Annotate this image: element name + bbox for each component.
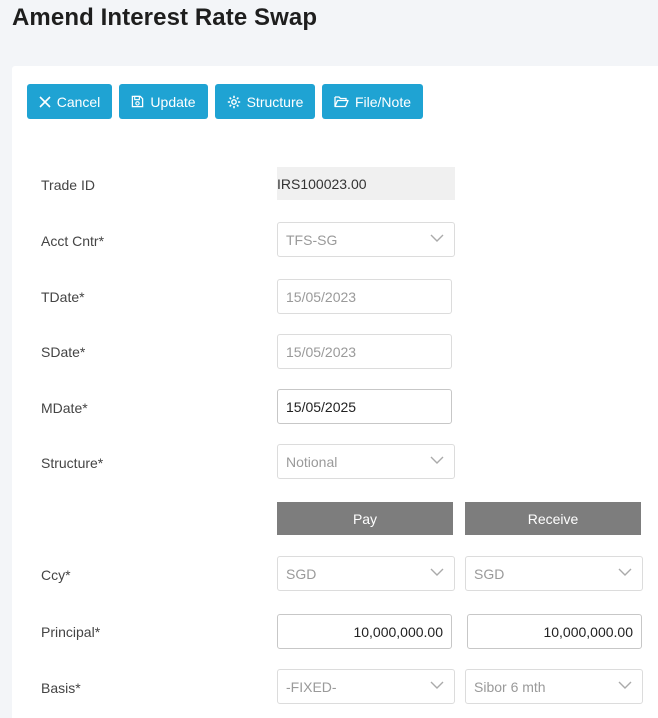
pay-principal-field[interactable]: 10,000,000.00 [277, 614, 452, 649]
save-icon [132, 95, 144, 108]
pay-leg-header: Pay [277, 502, 453, 535]
receive-basis-select[interactable]: Sibor 6 mth [465, 669, 643, 704]
chevron-down-icon [618, 681, 632, 689]
receive-ccy-value: SGD [474, 565, 505, 582]
receive-principal-value: 10,000,000.00 [543, 623, 633, 640]
chevron-down-icon [618, 568, 632, 576]
acct-cntr-label: Acct Cntr* [41, 233, 105, 249]
structure-button[interactable]: Structure [215, 84, 315, 119]
folder-open-icon [334, 96, 349, 108]
receive-leg-header: Receive [465, 502, 641, 535]
basis-label: Basis* [41, 680, 81, 696]
sdate-value: 15/05/2023 [286, 343, 357, 360]
receive-principal-field[interactable]: 10,000,000.00 [467, 614, 642, 649]
page-title: Amend Interest Rate Swap [12, 4, 318, 31]
receive-basis-value: Sibor 6 mth [474, 678, 546, 695]
chevron-down-icon [430, 681, 444, 689]
trade-id-label: Trade ID [41, 177, 95, 193]
close-icon [39, 95, 51, 108]
structure-select[interactable]: Notional [277, 444, 455, 479]
file-note-label: File/Note [354, 93, 412, 110]
trade-id-value: IRS100023.00 [277, 175, 367, 192]
pay-ccy-value: SGD [286, 565, 317, 582]
cancel-button[interactable]: Cancel [27, 84, 112, 119]
acct-cntr-select[interactable]: TFS-SG [277, 222, 455, 257]
gear-icon [227, 95, 240, 108]
mdate-value: 15/05/2025 [286, 398, 357, 415]
acct-cntr-value: TFS-SG [286, 231, 338, 248]
chevron-down-icon [430, 456, 444, 464]
pay-ccy-select[interactable]: SGD [277, 556, 455, 591]
ccy-label: Ccy* [41, 567, 71, 583]
mdate-field[interactable]: 15/05/2025 [277, 389, 452, 424]
sdate-field[interactable]: 15/05/2023 [277, 334, 452, 369]
update-label: Update [150, 93, 196, 110]
principal-label: Principal* [41, 624, 101, 640]
cancel-label: Cancel [56, 93, 101, 110]
structure-label: Structure [246, 93, 304, 110]
form-card: Cancel Update Structure File/Note Trade … [12, 66, 658, 718]
structure-value: Notional [286, 453, 338, 470]
update-button[interactable]: Update [119, 84, 208, 119]
sdate-label: SDate* [41, 344, 86, 360]
trade-id-field: IRS100023.00 [277, 167, 455, 200]
receive-ccy-select[interactable]: SGD [465, 556, 643, 591]
tdate-field[interactable]: 15/05/2023 [277, 279, 452, 314]
chevron-down-icon [430, 234, 444, 242]
pay-principal-value: 10,000,000.00 [353, 623, 443, 640]
pay-basis-select[interactable]: -FIXED- [277, 669, 455, 704]
structure-field-label: Structure* [41, 455, 104, 471]
chevron-down-icon [430, 568, 444, 576]
mdate-label: MDate* [41, 400, 88, 416]
tdate-label: TDate* [41, 289, 85, 305]
pay-basis-value: -FIXED- [286, 678, 337, 695]
tdate-value: 15/05/2023 [286, 288, 357, 305]
file-note-button[interactable]: File/Note [322, 84, 423, 119]
